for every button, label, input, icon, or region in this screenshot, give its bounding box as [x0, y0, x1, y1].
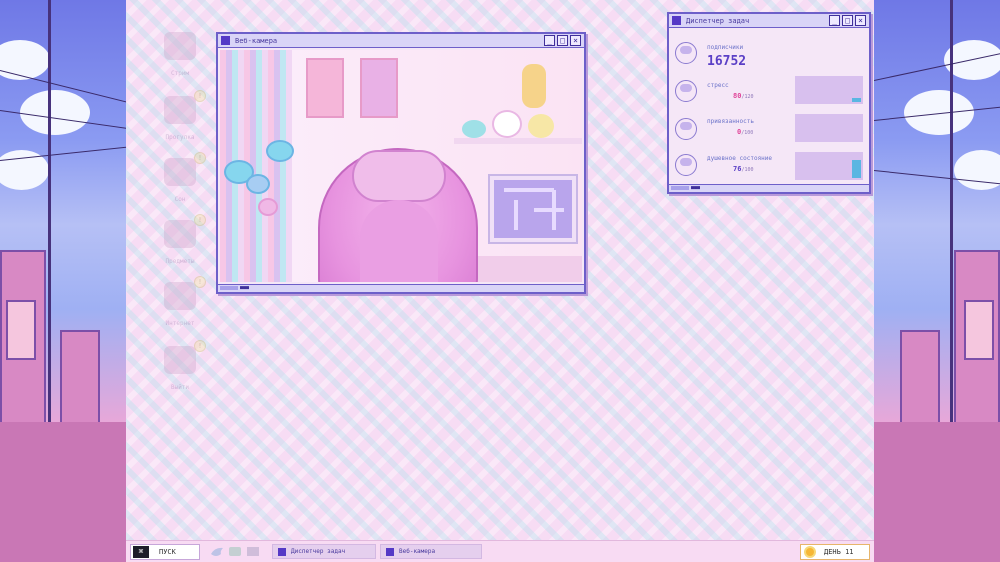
avatar-icon — [675, 80, 697, 102]
followers-value: 16752 — [707, 54, 747, 69]
taskbar-task-label: Веб-камера — [399, 548, 436, 555]
chair-seat — [360, 200, 438, 282]
heart-balloon — [246, 174, 270, 194]
desktop-icon-sleep[interactable]: ! Сон — [160, 152, 206, 203]
desktop-icon-label: Сон — [174, 196, 186, 203]
figure — [522, 64, 546, 108]
window-icon — [386, 547, 394, 556]
maximize-button[interactable]: □ — [842, 15, 853, 26]
door-icon — [164, 346, 196, 374]
heart-balloon — [258, 198, 278, 216]
alert-badge: ! — [194, 90, 206, 102]
desktop-icon-label: Стрим — [170, 70, 190, 77]
affection-value: 0/100 — [737, 128, 754, 136]
close-button[interactable]: × — [855, 15, 866, 26]
bird-icon[interactable] — [210, 545, 224, 559]
alert-badge: ! — [194, 276, 206, 288]
avatar-icon — [675, 154, 697, 176]
stress-meter — [795, 76, 863, 104]
desktop-icon-label: Прогулка — [165, 134, 195, 141]
pc-monitor — [488, 174, 578, 244]
window-icon — [672, 16, 681, 25]
plush-toy — [462, 120, 486, 138]
window-title: Диспетчер задач — [686, 16, 750, 25]
webcam-titlebar[interactable]: Веб-камера _ □ × — [218, 34, 584, 48]
taskbar: ⌘ ПУСК Диспетчер задач Веб-камера ДЕНЬ 1… — [126, 540, 874, 562]
stat-mental — [675, 154, 697, 176]
desktop-icon-internet[interactable]: ! Интернет — [160, 276, 206, 327]
mental-meter — [795, 152, 863, 180]
heart-balloon — [266, 140, 294, 162]
desktop-icon-label: Интернет — [165, 320, 195, 327]
webcam-window[interactable]: Веб-камера _ □ × ■■■ — [216, 32, 586, 294]
shelf — [454, 138, 582, 144]
window-title: Веб-камера — [235, 36, 278, 45]
meter-fill — [852, 160, 861, 178]
video-icon[interactable] — [246, 545, 260, 559]
desktop-icon-label: Предметы — [165, 258, 195, 265]
taskbar-task-task-manager[interactable]: Диспетчер задач — [272, 544, 376, 559]
alert-badge: ! — [194, 340, 206, 352]
chat-icon[interactable] — [228, 545, 242, 559]
poster — [360, 58, 398, 118]
plush-toy — [528, 114, 554, 138]
window-statusbar: ■■■ — [669, 184, 869, 192]
stat-affection — [675, 118, 697, 140]
webcam-feed — [220, 50, 582, 282]
taskbar-task-label: Диспетчер задач — [291, 548, 346, 555]
day-label: ДЕНЬ 11 — [824, 548, 854, 556]
bag-icon — [164, 220, 196, 248]
day-indicator: ДЕНЬ 11 — [800, 544, 870, 560]
avatar-icon — [675, 118, 697, 140]
start-logo-icon: ⌘ — [133, 546, 149, 558]
walk-icon — [164, 96, 196, 124]
affection-label: привязанность — [707, 118, 754, 125]
meter-fill — [852, 98, 861, 102]
clock-icon — [164, 158, 196, 186]
stream-icon — [164, 32, 196, 60]
sun-icon — [804, 546, 816, 558]
window-statusbar: ■■■ — [218, 284, 584, 292]
task-manager-window[interactable]: Диспетчер задач _ □ × подписчики 16752 с… — [667, 12, 871, 194]
desktop-icon-items[interactable]: ! Предметы — [160, 214, 206, 265]
stat-stress — [675, 80, 697, 102]
desktop-icon-stream[interactable]: Стрим — [160, 32, 200, 77]
left-street-art — [0, 0, 126, 562]
mental-value: 76/100 — [733, 165, 754, 173]
stat-followers — [675, 42, 697, 64]
task-manager-titlebar[interactable]: Диспетчер задач _ □ × — [669, 14, 869, 28]
maximize-button[interactable]: □ — [557, 35, 568, 46]
window-icon — [221, 36, 230, 45]
globe-icon — [164, 282, 196, 310]
start-label: ПУСК — [159, 548, 176, 556]
taskbar-task-webcam[interactable]: Веб-камера — [380, 544, 482, 559]
desktop-icon-label: Выйти — [170, 384, 190, 391]
affection-meter — [795, 114, 863, 142]
start-button[interactable]: ⌘ ПУСК — [130, 544, 200, 560]
poster — [306, 58, 344, 118]
desktop-icon-exit[interactable]: ! Выйти — [160, 340, 206, 391]
right-street-art — [874, 0, 1000, 562]
minimize-button[interactable]: _ — [544, 35, 555, 46]
alert-badge: ! — [194, 214, 206, 226]
desktop-icon-walk[interactable]: ! Прогулка — [160, 90, 206, 141]
avatar-icon — [675, 42, 697, 64]
chair-headrest — [352, 150, 446, 202]
stress-value: 80/120 — [733, 92, 754, 100]
window-icon — [278, 547, 286, 556]
mental-label: душевное состояние — [707, 155, 773, 162]
plush-toy — [492, 110, 522, 138]
alert-badge: ! — [194, 152, 206, 164]
stress-label: стресс — [707, 82, 729, 89]
followers-label: подписчики — [707, 44, 744, 51]
minimize-button[interactable]: _ — [829, 15, 840, 26]
desk — [462, 256, 582, 282]
close-button[interactable]: × — [570, 35, 581, 46]
